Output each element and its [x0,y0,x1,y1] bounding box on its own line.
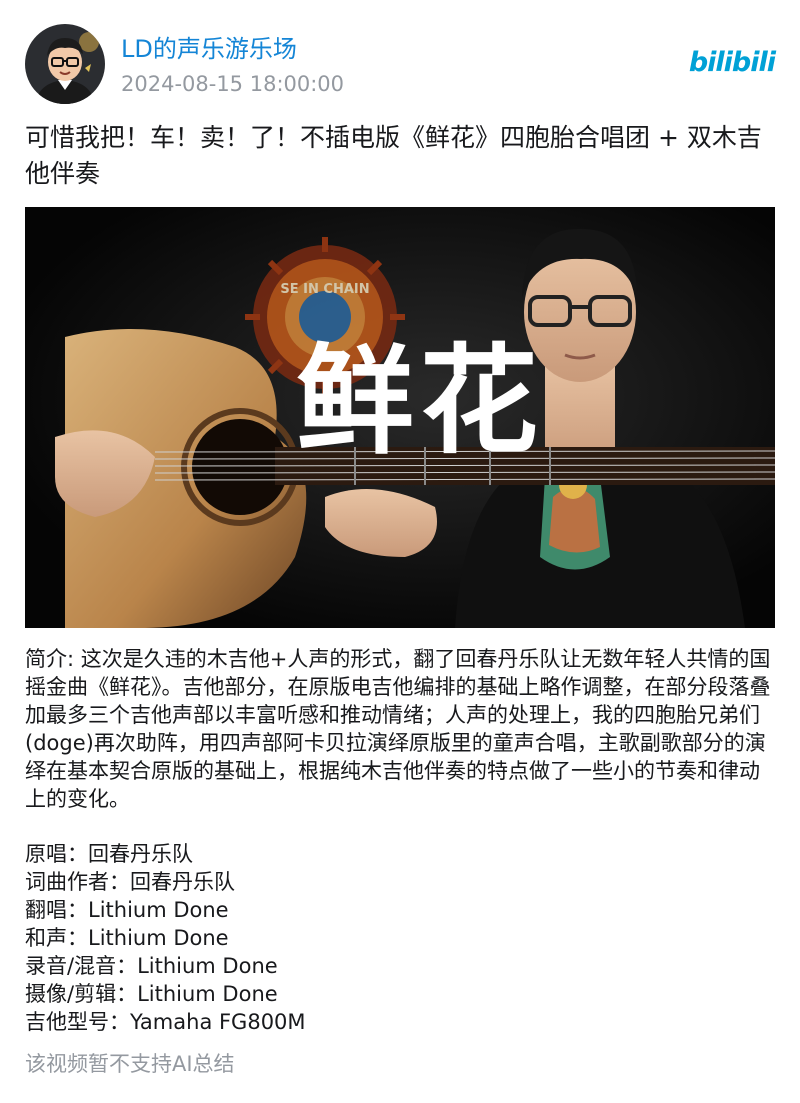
cover-image: SE IN CHAIN 鲜花 [25,207,775,628]
author-avatar[interactable] [25,24,105,104]
cover-title-text: 鲜花 [296,331,544,470]
description-text: 这次是久违的木吉他+人声的形式，翻了回春丹乐队让无数年轻人共情的国摇金曲《鲜花》… [25,647,771,811]
post-timestamp: 2024-08-15 18:00:00 [121,72,345,96]
bilibili-logo: bilibili [689,44,776,82]
video-cover[interactable]: SE IN CHAIN 鲜花 [25,207,775,628]
avatar-illustration [25,24,105,104]
credit-songwriter: 词曲作者：回春丹乐队 [25,870,235,894]
credit-original-singer: 原唱：回春丹乐队 [25,842,193,866]
author-name[interactable]: LD的声乐游乐场 [121,33,297,65]
video-title[interactable]: 可惜我把！车！卖！了！不插电版《鲜花》四胞胎合唱团 + 双木吉他伴奏 [25,120,775,192]
credit-camera-editing: 摄像/剪辑：Lithium Done [25,982,278,1006]
credit-harmony: 和声：Lithium Done [25,926,229,950]
post-header: LD的声乐游乐场 2024-08-15 18:00:00 bilibili [25,24,776,106]
bilibili-logo-text: bilibili [688,47,776,78]
description-label: 简介: [25,647,81,671]
credit-recording-mixing: 录音/混音：Lithium Done [25,954,278,978]
emblem-text: SE IN CHAIN [280,282,369,297]
credit-cover-singer: 翻唱：Lithium Done [25,898,229,922]
ai-summary-note: 该视频暂不支持AI总结 [25,1052,235,1076]
credit-guitar-model: 吉他型号：Yamaha FG800M [25,1010,306,1034]
video-description: 简介: 这次是久违的木吉他+人声的形式，翻了回春丹乐队让无数年轻人共情的国摇金曲… [25,645,775,813]
credits-list: 原唱：回春丹乐队 词曲作者：回春丹乐队 翻唱：Lithium Done 和声：L… [25,840,775,1036]
